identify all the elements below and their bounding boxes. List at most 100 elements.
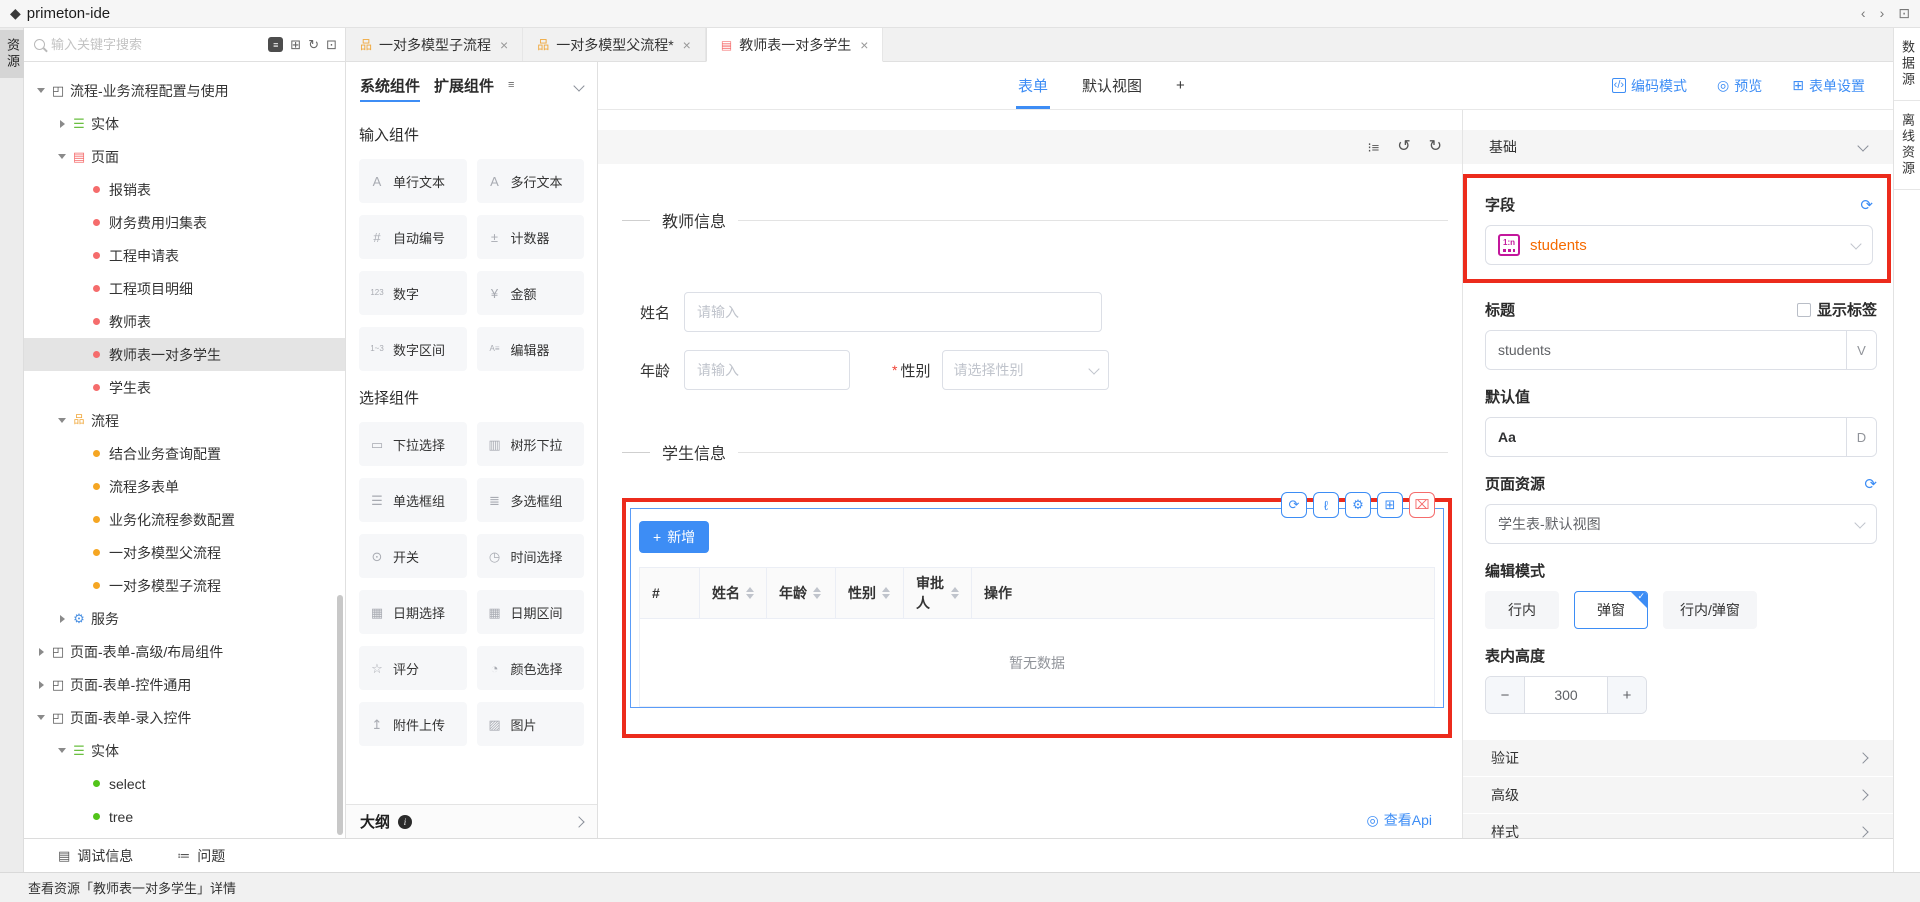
palette-item-image[interactable]: ▨图片 [477, 702, 585, 746]
palette-item-auto-number[interactable]: #自动编号 [359, 215, 467, 259]
nav-back-icon[interactable]: ‹ [1861, 5, 1866, 22]
collapse-all-icon[interactable]: ⊡ [326, 38, 337, 51]
expand-arrow-open[interactable] [55, 418, 69, 423]
tree-item[interactable]: 品流程 [24, 404, 345, 437]
field-select[interactable]: 1:n students [1485, 225, 1873, 265]
palette-item-number-range[interactable]: 1~3数字区间 [359, 327, 467, 371]
tree-item[interactable]: ◰页面-表单-控件通用 [24, 668, 345, 701]
palette-item-rate[interactable]: ☆评分 [359, 646, 467, 690]
tree-item[interactable]: 工程申请表 [24, 239, 345, 272]
rail-tab-resources[interactable]: 资源 [0, 30, 24, 78]
sort-icon[interactable]: ≡ [508, 79, 514, 91]
editor-tab[interactable]: 品一对多模型子流程× [346, 28, 523, 61]
save-layout-icon[interactable]: ⊡ [1898, 5, 1910, 22]
section-验证[interactable]: 验证 [1463, 740, 1893, 776]
editor-tab[interactable]: 品一对多模型父流程*× [523, 28, 706, 61]
view-api-link[interactable]: ◎ 查看Api [1367, 810, 1432, 830]
palette-item-tree-dropdown[interactable]: ▥树形下拉 [477, 422, 585, 466]
tree-item[interactable]: 一对多模型子流程 [24, 569, 345, 602]
palette-item-counter[interactable]: ±计数器 [477, 215, 585, 259]
refresh-icon[interactable]: ↻ [308, 38, 319, 51]
palette-item-editor[interactable]: A≡编辑器 [477, 327, 585, 371]
palette-item-switch[interactable]: ⊙开关 [359, 534, 467, 578]
nav-forward-icon[interactable]: › [1880, 5, 1885, 22]
tree-item[interactable]: 教师表一对多学生 [24, 338, 345, 371]
subtable-component[interactable]: ⟳ℓ⚙⊞⌧ + 新增 #姓名年龄性别审批人操作 暂无数据 [630, 508, 1444, 708]
rail-tab-数据源[interactable]: 数据源 [1894, 28, 1920, 101]
page-resource-select[interactable]: 学生表-默认视图 [1485, 504, 1877, 544]
add-view-tab[interactable]: + [1176, 62, 1185, 109]
tree-item[interactable]: 流程多表单 [24, 470, 345, 503]
palette-item-number[interactable]: 123数字 [359, 271, 467, 315]
tree-item[interactable]: ◰页面-表单-高级/布局组件 [24, 635, 345, 668]
close-icon[interactable]: × [860, 37, 868, 53]
delete-chip-icon[interactable]: ⌧ [1409, 492, 1435, 518]
gender-select[interactable]: 请选择性别 [942, 350, 1109, 390]
basic-section-header[interactable]: 基础 [1463, 130, 1893, 164]
tree-item[interactable]: 一对多模型父流程 [24, 536, 345, 569]
sort-carets-icon[interactable] [951, 587, 959, 599]
code-mode-action[interactable]: ‹/›编码模式 [1612, 76, 1687, 96]
tree-item[interactable]: 报销表 [24, 173, 345, 206]
palette-item-dropdown[interactable]: ▭下拉选择 [359, 422, 467, 466]
expand-arrow-open[interactable] [55, 154, 69, 159]
table-height-value[interactable]: 300 [1524, 677, 1608, 713]
view-tab[interactable]: 默认视图 [1082, 62, 1142, 109]
preview-mode-action[interactable]: ◎预览 [1717, 76, 1762, 96]
refresh-icon[interactable]: ⟳ [1860, 196, 1873, 214]
title-input[interactable] [1486, 331, 1846, 369]
palette-item-time-picker[interactable]: ◷时间选择 [477, 534, 585, 578]
tree-item[interactable]: 业务化流程参数配置 [24, 503, 345, 536]
default-value-input[interactable] [1486, 418, 1846, 456]
tree-item[interactable]: 结合业务查询配置 [24, 437, 345, 470]
expand-arrow-closed[interactable] [34, 681, 48, 689]
editor-tab[interactable]: ▤教师表一对多学生× [706, 28, 884, 62]
view-tab[interactable]: 表单 [1018, 62, 1048, 109]
grid-mode-action[interactable]: ⊞表单设置 [1792, 76, 1865, 96]
palette-item-checkbox-group[interactable]: ≣多选框组 [477, 478, 585, 522]
palette-tab[interactable]: 系统组件 [360, 63, 420, 108]
tree-item[interactable]: ☰实体 [24, 107, 345, 140]
rail-tab-离线资源[interactable]: 离线资源 [1894, 101, 1920, 190]
sort-carets-icon[interactable] [813, 587, 821, 599]
edit-mode-option[interactable]: 行内/弹窗 [1663, 591, 1757, 629]
tree-item[interactable]: ▤页面 [24, 140, 345, 173]
tree-item[interactable]: ⚙服务 [24, 602, 345, 635]
expand-arrow-closed[interactable] [55, 615, 69, 623]
name-input[interactable] [684, 292, 1102, 332]
expand-arrow-open[interactable] [34, 715, 48, 720]
section-样式[interactable]: 样式 [1463, 814, 1893, 838]
increment-button[interactable]: + [1608, 677, 1646, 713]
palette-item-radio-group[interactable]: ☰单选框组 [359, 478, 467, 522]
refresh-icon[interactable]: ⟳ [1864, 475, 1877, 493]
decrement-button[interactable]: − [1486, 677, 1524, 713]
tree-item[interactable]: select [24, 767, 345, 800]
palette-item-date-picker[interactable]: ▦日期选择 [359, 590, 467, 634]
sort-carets-icon[interactable] [882, 587, 890, 599]
show-label-checkbox[interactable] [1797, 303, 1811, 317]
palette-item-single-text[interactable]: A单行文本 [359, 159, 467, 203]
explorer-scrollbar[interactable] [337, 595, 343, 835]
import-resource-icon[interactable]: ≡ [268, 37, 283, 52]
tree-item[interactable]: tree [24, 800, 345, 833]
expand-arrow-closed[interactable] [34, 648, 48, 656]
redo-icon[interactable]: ↻ [1429, 139, 1442, 155]
add-row-button[interactable]: + 新增 [639, 521, 709, 553]
expand-arrow-closed[interactable] [55, 120, 69, 128]
tree-item[interactable]: ◰流程-业务流程配置与使用 [24, 74, 345, 107]
outline-bar[interactable]: 大纲 i [346, 804, 597, 838]
expand-arrow-open[interactable] [34, 88, 48, 93]
close-icon[interactable]: × [500, 37, 508, 53]
link-chip-icon[interactable]: ℓ [1313, 492, 1339, 518]
palette-item-color-picker[interactable]: ◔颜色选择 [477, 646, 585, 690]
undo-icon[interactable]: ↺ [1397, 139, 1410, 155]
outline-list-icon[interactable]: ⁝≡ [1367, 141, 1379, 154]
section-高级[interactable]: 高级 [1463, 777, 1893, 813]
tree-item[interactable]: 教师表 [24, 305, 345, 338]
title-variable-button[interactable]: V [1846, 331, 1876, 369]
tree-item[interactable]: 财务费用归集表 [24, 206, 345, 239]
palette-tab[interactable]: 扩展组件 [434, 63, 494, 108]
default-value-data-button[interactable]: D [1846, 418, 1876, 456]
age-input[interactable] [684, 350, 850, 390]
settings-chip-icon[interactable]: ⚙ [1345, 492, 1371, 518]
